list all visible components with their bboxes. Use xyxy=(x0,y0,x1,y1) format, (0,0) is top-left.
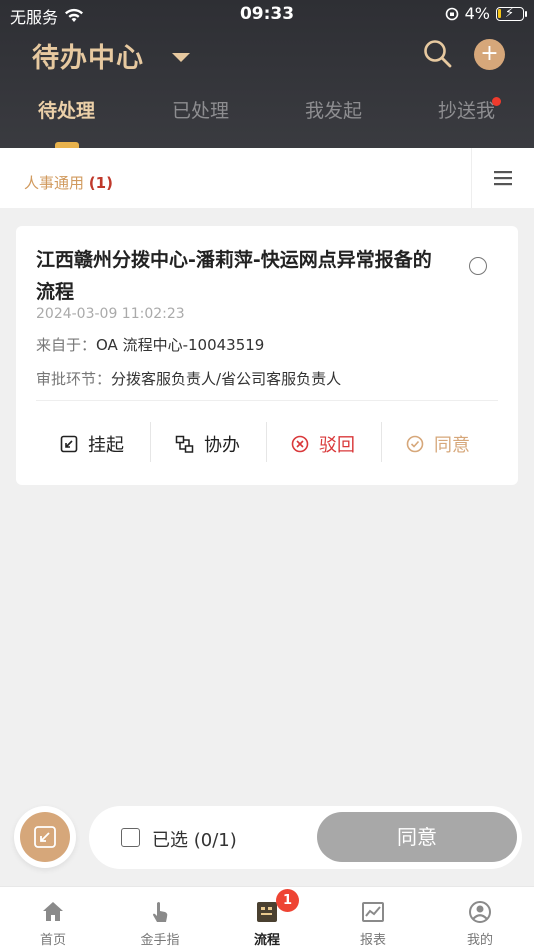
category-filter[interactable]: 人事通用 (1) xyxy=(24,172,113,193)
reject-label: 驳回 xyxy=(319,435,355,456)
card-divider xyxy=(36,400,498,401)
assist-label: 协办 xyxy=(204,435,240,456)
node-value: 分拨客服负责人/省公司客服负责人 xyxy=(111,370,342,388)
suspend-icon xyxy=(60,435,78,453)
suspend-label: 挂起 xyxy=(88,435,124,456)
reject-icon xyxy=(291,435,309,453)
plus-icon: + xyxy=(480,41,499,66)
task-source: 来自于：OA 流程中心-10043519 xyxy=(36,334,264,355)
source-value: OA 流程中心-10043519 xyxy=(96,336,265,354)
batch-agree-button[interactable]: 同意 xyxy=(317,812,517,862)
nav-profile[interactable]: 我的 xyxy=(440,887,520,948)
home-icon xyxy=(43,902,63,921)
category-name: 人事通用 xyxy=(24,174,85,192)
collapse-fab[interactable] xyxy=(14,806,76,868)
unread-dot xyxy=(492,97,501,106)
tab-processed[interactable]: 已处理 xyxy=(172,96,229,123)
battery-percent: 4% xyxy=(464,4,490,23)
report-icon xyxy=(362,902,384,922)
rotation-lock-icon xyxy=(445,7,458,20)
select-radio[interactable] xyxy=(469,257,487,275)
nav-process-label: 流程 xyxy=(253,933,280,948)
nav-home[interactable]: 首页 xyxy=(13,887,93,948)
app-header: 无服务 09:33 4% ⚡ 待办中心 + 待处理 已处理 我发起 抄送我 xyxy=(0,0,534,148)
menu-icon[interactable] xyxy=(494,170,512,186)
assist-icon xyxy=(175,435,194,453)
batch-action-bar: 已选 (0/1) 同意 xyxy=(89,806,522,869)
approve-icon xyxy=(406,435,424,453)
select-all-checkbox[interactable] xyxy=(121,828,140,847)
status-bar: 无服务 09:33 4% ⚡ xyxy=(0,0,534,28)
nav-home-label: 首页 xyxy=(39,933,66,948)
battery-icon: ⚡ xyxy=(496,6,527,21)
node-label: 审批环节： xyxy=(36,370,112,388)
category-bar: 人事通用 (1) xyxy=(0,148,534,208)
assist-button[interactable]: 协办 xyxy=(175,422,240,466)
tab-bar: 待处理 已处理 我发起 抄送我 xyxy=(0,96,534,148)
task-node: 审批环节：分拨客服负责人/省公司客服负责人 xyxy=(36,368,341,389)
status-right: 4% ⚡ xyxy=(445,4,527,23)
chevron-down-icon xyxy=(172,53,190,62)
category-count: (1) xyxy=(88,174,113,192)
nav-report[interactable]: 报表 xyxy=(333,887,413,948)
reject-button[interactable]: 驳回 xyxy=(291,422,355,466)
finger-icon xyxy=(153,902,168,922)
tab-cc-me[interactable]: 抄送我 xyxy=(438,96,495,123)
nav-finger[interactable]: 金手指 xyxy=(120,887,200,948)
selected-count: 已选 (0/1) xyxy=(152,830,237,851)
profile-icon xyxy=(469,901,491,923)
search-icon[interactable] xyxy=(422,38,454,70)
action-divider xyxy=(150,422,151,462)
task-date: 2024-03-09 11:02:23 xyxy=(36,306,185,322)
process-badge: 1 xyxy=(276,889,299,912)
tab-initiated[interactable]: 我发起 xyxy=(305,96,362,123)
approve-label: 同意 xyxy=(434,435,470,456)
source-label: 来自于： xyxy=(36,336,97,354)
tab-pending[interactable]: 待处理 xyxy=(38,96,95,123)
suspend-button[interactable]: 挂起 xyxy=(60,422,124,466)
card-actions: 挂起 协办 驳回 同意 xyxy=(16,422,518,466)
nav-report-label: 报表 xyxy=(359,933,386,948)
divider xyxy=(471,148,472,208)
collapse-fab-inner xyxy=(20,812,70,862)
action-divider xyxy=(381,422,382,462)
shrink-icon xyxy=(34,826,56,848)
approve-button[interactable]: 同意 xyxy=(406,422,470,466)
add-button[interactable]: + xyxy=(474,39,505,70)
task-card[interactable]: 江西赣州分拨中心-潘莉萍-快运网点异常报备的流程 2024-03-09 11:0… xyxy=(16,226,518,485)
nav-finger-label: 金手指 xyxy=(140,933,180,948)
nav-profile-label: 我的 xyxy=(466,933,493,948)
title-dropdown[interactable]: 待办中心 xyxy=(32,36,190,75)
page-title: 待办中心 xyxy=(32,43,144,74)
bottom-nav: 首页 金手指 流程 报表 我的 xyxy=(0,886,534,950)
task-title: 江西赣州分拨中心-潘莉萍-快运网点异常报备的流程 xyxy=(36,249,432,303)
action-divider xyxy=(266,422,267,462)
